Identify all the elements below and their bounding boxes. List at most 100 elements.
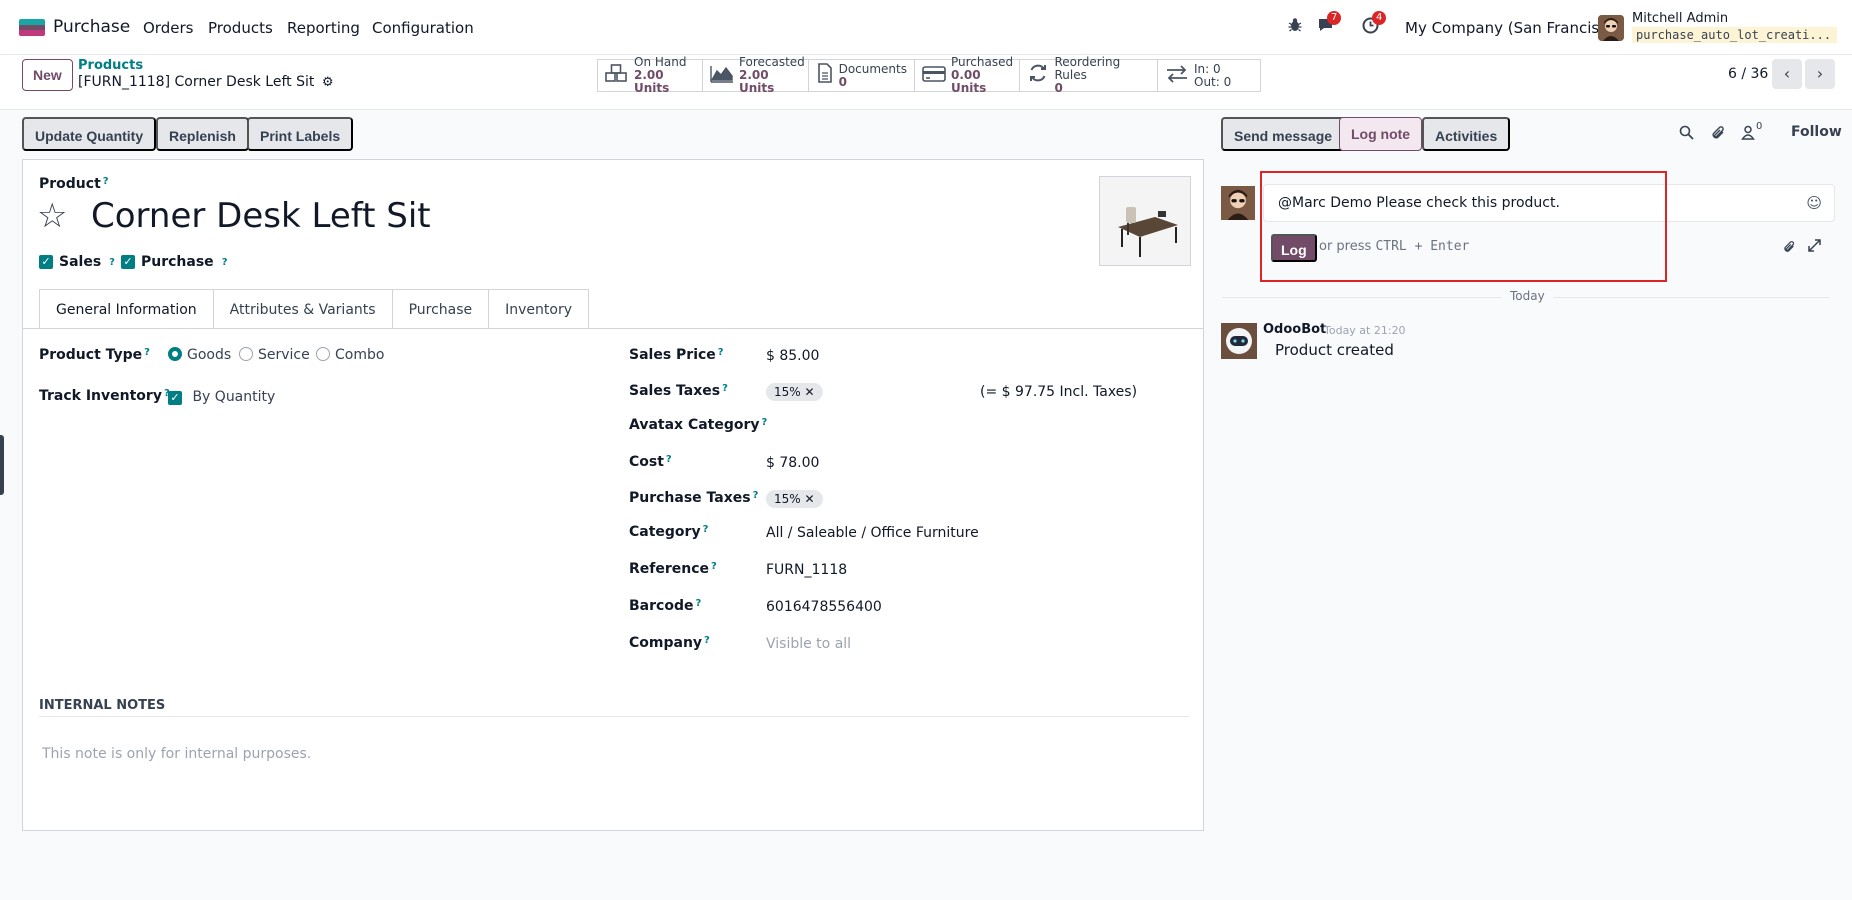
breadcrumb-current-label: [FURN_1118] Corner Desk Left Sit bbox=[78, 74, 315, 90]
menu-reporting[interactable]: Reporting bbox=[287, 19, 360, 37]
track-inventory-checkbox-row[interactable]: ✓ By Quantity bbox=[168, 389, 275, 405]
help-icon[interactable]: ? bbox=[109, 257, 115, 268]
attach-paperclip-icon[interactable] bbox=[1783, 240, 1796, 258]
favorite-star-icon[interactable]: ☆ bbox=[37, 196, 67, 236]
purchase-label: Purchase bbox=[141, 254, 214, 270]
category-label-text: Category bbox=[629, 524, 701, 540]
smart-button-on-hand[interactable]: On Hand 2.00 Units bbox=[597, 56, 703, 95]
product-type-label-text: Product Type bbox=[39, 347, 143, 363]
product-image[interactable] bbox=[1099, 176, 1191, 266]
refresh-icon bbox=[1027, 63, 1049, 88]
update-quantity-button[interactable]: Update Quantity bbox=[22, 117, 157, 151]
company-field[interactable]: Visible to all bbox=[766, 636, 851, 652]
breadcrumb-current: [FURN_1118] Corner Desk Left Sit ⚙ bbox=[78, 74, 333, 90]
log-note-composer[interactable]: @Marc Demo Please check this product. ☺ bbox=[1263, 184, 1835, 222]
help-icon[interactable]: ? bbox=[144, 347, 150, 358]
menu-products[interactable]: Products bbox=[208, 19, 273, 37]
breadcrumb-products[interactable]: Products bbox=[78, 58, 143, 73]
help-icon[interactable]: ? bbox=[704, 635, 710, 646]
help-icon[interactable]: ? bbox=[666, 454, 672, 465]
activities-button[interactable]: Activities bbox=[1422, 117, 1511, 151]
company-switcher[interactable]: My Company (San Francisco) bbox=[1405, 19, 1622, 37]
help-icon[interactable]: ? bbox=[722, 383, 728, 394]
sales-checkbox-row[interactable]: ✓ Sales? bbox=[39, 254, 115, 270]
purchase-taxes-label: Purchase Taxes? bbox=[629, 490, 758, 506]
help-icon[interactable]: ? bbox=[718, 347, 724, 358]
purchase-tax-tag[interactable]: 15% ✕ bbox=[766, 490, 823, 508]
tab-purchase[interactable]: Purchase bbox=[392, 289, 490, 329]
gear-icon[interactable]: ⚙ bbox=[322, 75, 334, 90]
remove-tag-icon[interactable]: ✕ bbox=[805, 385, 815, 399]
help-icon[interactable]: ? bbox=[762, 417, 768, 428]
emoji-icon[interactable]: ☺ bbox=[1806, 194, 1822, 212]
followers-icon[interactable] bbox=[1741, 125, 1755, 144]
composer-input[interactable]: @Marc Demo Please check this product. bbox=[1278, 195, 1560, 211]
product-name-field[interactable]: Corner Desk Left Sit bbox=[91, 196, 431, 236]
smart-button-forecasted[interactable]: Forecasted 2.00 Units bbox=[702, 56, 809, 95]
internal-notes-header: INTERNAL NOTES bbox=[39, 698, 166, 713]
message-author[interactable]: OdooBot bbox=[1263, 322, 1326, 337]
internal-notes-field[interactable]: This note is only for internal purposes. bbox=[42, 746, 311, 762]
messages-icon[interactable]: 7 bbox=[1317, 11, 1342, 37]
category-field[interactable]: All / Saleable / Office Furniture bbox=[766, 525, 979, 541]
scroll-handle[interactable] bbox=[0, 435, 4, 495]
follow-button[interactable]: Follow bbox=[1791, 124, 1842, 140]
sales-taxes-label-text: Sales Taxes bbox=[629, 383, 721, 399]
user-name[interactable]: Mitchell Admin bbox=[1632, 11, 1728, 26]
purchase-checkbox[interactable]: ✓ bbox=[121, 255, 135, 269]
app-name[interactable]: Purchase bbox=[53, 17, 130, 37]
help-icon[interactable]: ? bbox=[703, 524, 709, 535]
smart-button-reordering-rules[interactable]: Reordering Rules 0 bbox=[1019, 56, 1158, 95]
debug-bug-icon[interactable] bbox=[1288, 17, 1302, 37]
search-icon[interactable] bbox=[1679, 125, 1694, 144]
radio-service-dot[interactable] bbox=[239, 347, 253, 361]
menu-orders[interactable]: Orders bbox=[143, 19, 193, 37]
radio-service[interactable]: Service bbox=[239, 347, 310, 363]
help-icon[interactable]: ? bbox=[103, 176, 109, 187]
purchase-taxes-label-text: Purchase Taxes bbox=[629, 490, 751, 506]
print-labels-button[interactable]: Print Labels bbox=[247, 117, 354, 151]
smart-button-documents[interactable]: Documents 0 bbox=[808, 59, 915, 92]
radio-goods-dot[interactable] bbox=[168, 347, 182, 361]
tab-attributes-variants[interactable]: Attributes & Variants bbox=[213, 289, 393, 329]
help-icon[interactable]: ? bbox=[695, 598, 701, 609]
activities-clock-icon[interactable]: 4 bbox=[1362, 11, 1387, 38]
expand-icon[interactable] bbox=[1808, 239, 1821, 256]
cost-field[interactable]: $ 78.00 bbox=[766, 455, 819, 471]
reference-field[interactable]: FURN_1118 bbox=[766, 562, 847, 578]
user-avatar[interactable] bbox=[1598, 15, 1624, 41]
paperclip-icon[interactable] bbox=[1711, 125, 1726, 145]
help-icon[interactable]: ? bbox=[753, 490, 759, 501]
purchase-checkbox-row[interactable]: ✓ Purchase? bbox=[121, 254, 228, 270]
sales-checkbox[interactable]: ✓ bbox=[39, 255, 53, 269]
send-message-button[interactable]: Send message bbox=[1221, 117, 1346, 151]
tab-general-information[interactable]: General Information bbox=[39, 289, 214, 329]
menu-configuration[interactable]: Configuration bbox=[372, 19, 474, 37]
smart-button-purchased[interactable]: Purchased 0.00 Units bbox=[914, 56, 1020, 95]
sales-price-field[interactable]: $ 85.00 bbox=[766, 348, 819, 364]
help-icon[interactable]: ? bbox=[222, 257, 228, 268]
exchange-icon bbox=[1165, 64, 1189, 88]
replenish-button[interactable]: Replenish bbox=[156, 117, 249, 151]
in-count: In: 0 bbox=[1194, 61, 1221, 76]
smart-button-in-out[interactable]: In: 0 Out: 0 bbox=[1157, 59, 1261, 92]
pager-previous-icon[interactable]: ‹ bbox=[1772, 59, 1802, 89]
pager-next-icon[interactable]: › bbox=[1805, 59, 1835, 89]
help-icon[interactable]: ? bbox=[711, 561, 717, 572]
submit-hint: or press CTRL + Enter bbox=[1319, 239, 1469, 254]
radio-goods[interactable]: Goods bbox=[168, 347, 231, 363]
radio-combo-dot[interactable] bbox=[316, 347, 330, 361]
odoobot-avatar bbox=[1221, 323, 1257, 359]
remove-tag-icon[interactable]: ✕ bbox=[805, 492, 815, 506]
new-button[interactable]: New bbox=[22, 59, 73, 91]
sales-tax-tag[interactable]: 15% ✕ bbox=[766, 383, 823, 401]
log-note-button[interactable]: Log note bbox=[1339, 117, 1423, 151]
pager-value[interactable]: 6 / 36 bbox=[1728, 66, 1768, 82]
tab-inventory[interactable]: Inventory bbox=[489, 289, 590, 329]
app-menu-icon[interactable] bbox=[19, 19, 45, 36]
barcode-field[interactable]: 6016478556400 bbox=[766, 599, 882, 615]
track-inventory-checkbox[interactable]: ✓ bbox=[168, 391, 182, 405]
radio-combo[interactable]: Combo bbox=[316, 347, 384, 363]
log-button[interactable]: Log bbox=[1271, 234, 1317, 262]
radio-service-label: Service bbox=[258, 347, 310, 363]
